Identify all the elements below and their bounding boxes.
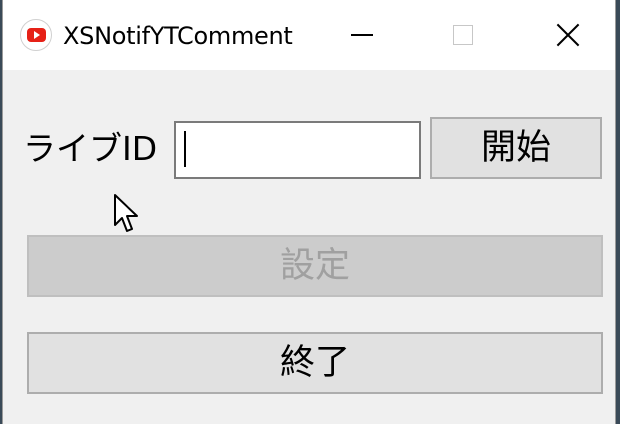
- exit-button[interactable]: 終了: [27, 332, 603, 394]
- settings-button: 設定: [27, 235, 603, 297]
- window-title: XSNotifYTComment: [63, 22, 293, 50]
- maximize-button: [411, 0, 503, 70]
- minimize-icon: [351, 34, 373, 36]
- live-id-label: ライブID: [23, 129, 158, 168]
- maximize-icon: [453, 25, 473, 45]
- text-caret: [184, 131, 186, 167]
- close-button[interactable]: [523, 0, 615, 70]
- close-icon: [555, 22, 581, 48]
- start-button[interactable]: 開始: [430, 117, 602, 179]
- title-bar[interactable]: XSNotifYTComment: [3, 0, 615, 70]
- youtube-icon: [20, 19, 52, 51]
- live-id-input[interactable]: [174, 121, 421, 179]
- app-window: XSNotifYTComment ライブID 開始 設定 終了: [2, 0, 616, 424]
- minimize-button[interactable]: [319, 0, 411, 70]
- mouse-pointer-icon: [114, 194, 138, 232]
- youtube-logo: [27, 28, 46, 42]
